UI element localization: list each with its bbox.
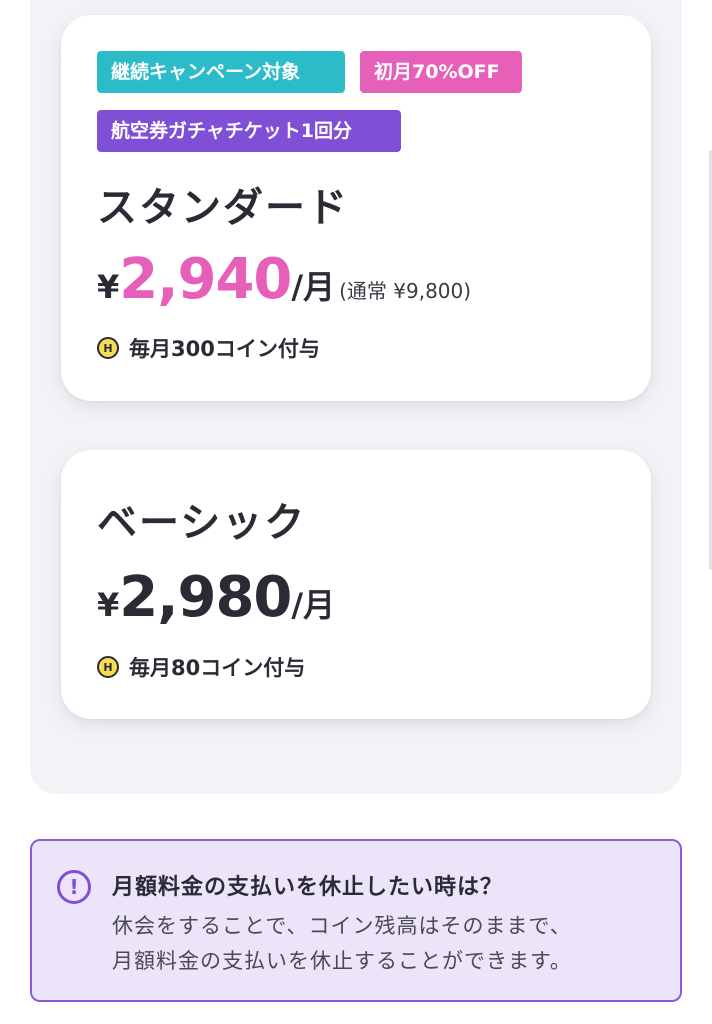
regular-price: (通常 ¥9,800)	[339, 279, 472, 303]
exclamation-icon: !	[57, 870, 91, 904]
currency-symbol: ¥	[97, 268, 120, 306]
price-amount: 2,980	[119, 565, 292, 630]
campaign-badge: 継続キャンペーン対象	[97, 51, 345, 93]
coin-grant: H 毎月80コイン付与	[97, 652, 305, 682]
coin-grant-label: 毎月300コイン付与	[129, 337, 320, 361]
plan-name: スタンダード	[97, 185, 349, 231]
coin-icon: H	[97, 656, 119, 678]
coin-grant: H 毎月300コイン付与	[97, 333, 320, 363]
discount-badge: 初月70%OFF	[360, 51, 522, 93]
ticket-badge: 航空券ガチャチケット1回分	[97, 110, 401, 152]
notice-body-line: 月額料金の支払いを休止することができます。	[112, 949, 572, 973]
pause-payment-notice: ! 月額料金の支払いを休止したい時は？ 休会をすることで、コイン残高はそのままで…	[30, 839, 682, 1002]
plan-name: ベーシック	[97, 500, 307, 546]
notice-title: 月額料金の支払いを休止したい時は？	[112, 875, 504, 900]
price-amount: 2,940	[119, 247, 292, 312]
coin-icon: H	[97, 337, 119, 359]
currency-symbol: ¥	[97, 586, 120, 624]
price-row: ¥2,980/月	[97, 565, 335, 630]
price-row: ¥2,940/月 (通常 ¥9,800)	[97, 247, 471, 312]
coin-grant-label: 毎月80コイン付与	[129, 656, 306, 680]
plan-card-standard[interactable]: 継続キャンペーン対象 初月70%OFF 航空券ガチャチケット1回分 スタンダード…	[61, 15, 651, 401]
price-unit: /月	[291, 268, 336, 306]
price-unit: /月	[291, 586, 336, 624]
notice-body: 休会をすることで、コイン残高はそのままで、 月額料金の支払いを休止することができ…	[112, 909, 572, 979]
notice-body-line: 休会をすることで、コイン残高はそのままで、	[112, 914, 572, 938]
plan-card-basic[interactable]: ベーシック ¥2,980/月 H 毎月80コイン付与	[61, 450, 651, 719]
